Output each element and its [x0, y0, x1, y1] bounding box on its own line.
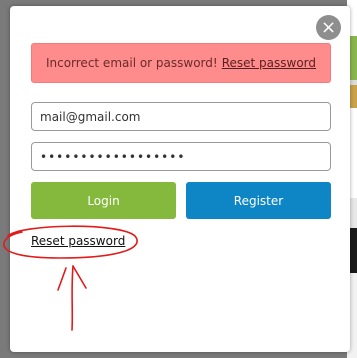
close-icon: ×	[320, 17, 337, 38]
email-field[interactable]	[31, 102, 331, 131]
reset-password-link[interactable]: Reset password	[31, 234, 125, 248]
alert-message: Incorrect email or password!	[45, 56, 218, 70]
alert-reset-password-link[interactable]: Reset password	[222, 56, 316, 70]
login-button[interactable]: Login	[31, 182, 176, 219]
password-field[interactable]	[31, 142, 331, 171]
close-button[interactable]: ×	[316, 15, 341, 40]
register-button[interactable]: Register	[186, 182, 331, 219]
error-alert: Incorrect email or password! Reset passw…	[31, 43, 331, 83]
